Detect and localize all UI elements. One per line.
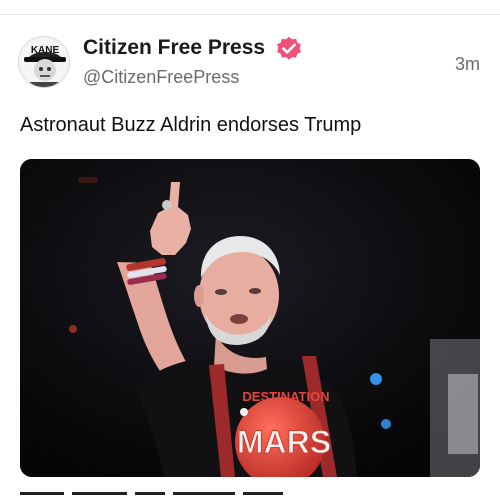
display-name[interactable]: Citizen Free Press (83, 36, 265, 60)
author-avatar[interactable]: KANE (18, 36, 70, 88)
shirt-main-text: MARS (237, 424, 331, 460)
post-header: KANE Citizen Free Press @CitizenFreePres… (0, 0, 500, 100)
shirt-top-text: DESTINATION (242, 389, 329, 404)
post-media[interactable]: DESTINATION MARS (20, 159, 480, 477)
post-timestamp[interactable]: 3m (455, 54, 480, 75)
avatar-label: KANE (31, 45, 60, 56)
next-text-fragment (20, 492, 480, 500)
post-card: KANE Citizen Free Press @CitizenFreePres… (0, 0, 500, 500)
verified-badge-icon (277, 36, 301, 60)
avatar-image: KANE (19, 37, 69, 87)
author-handle[interactable]: @CitizenFreePress (83, 67, 239, 88)
post-text: Astronaut Buzz Aldrin endorses Trump (20, 114, 362, 136)
media-image: DESTINATION MARS (20, 159, 480, 477)
